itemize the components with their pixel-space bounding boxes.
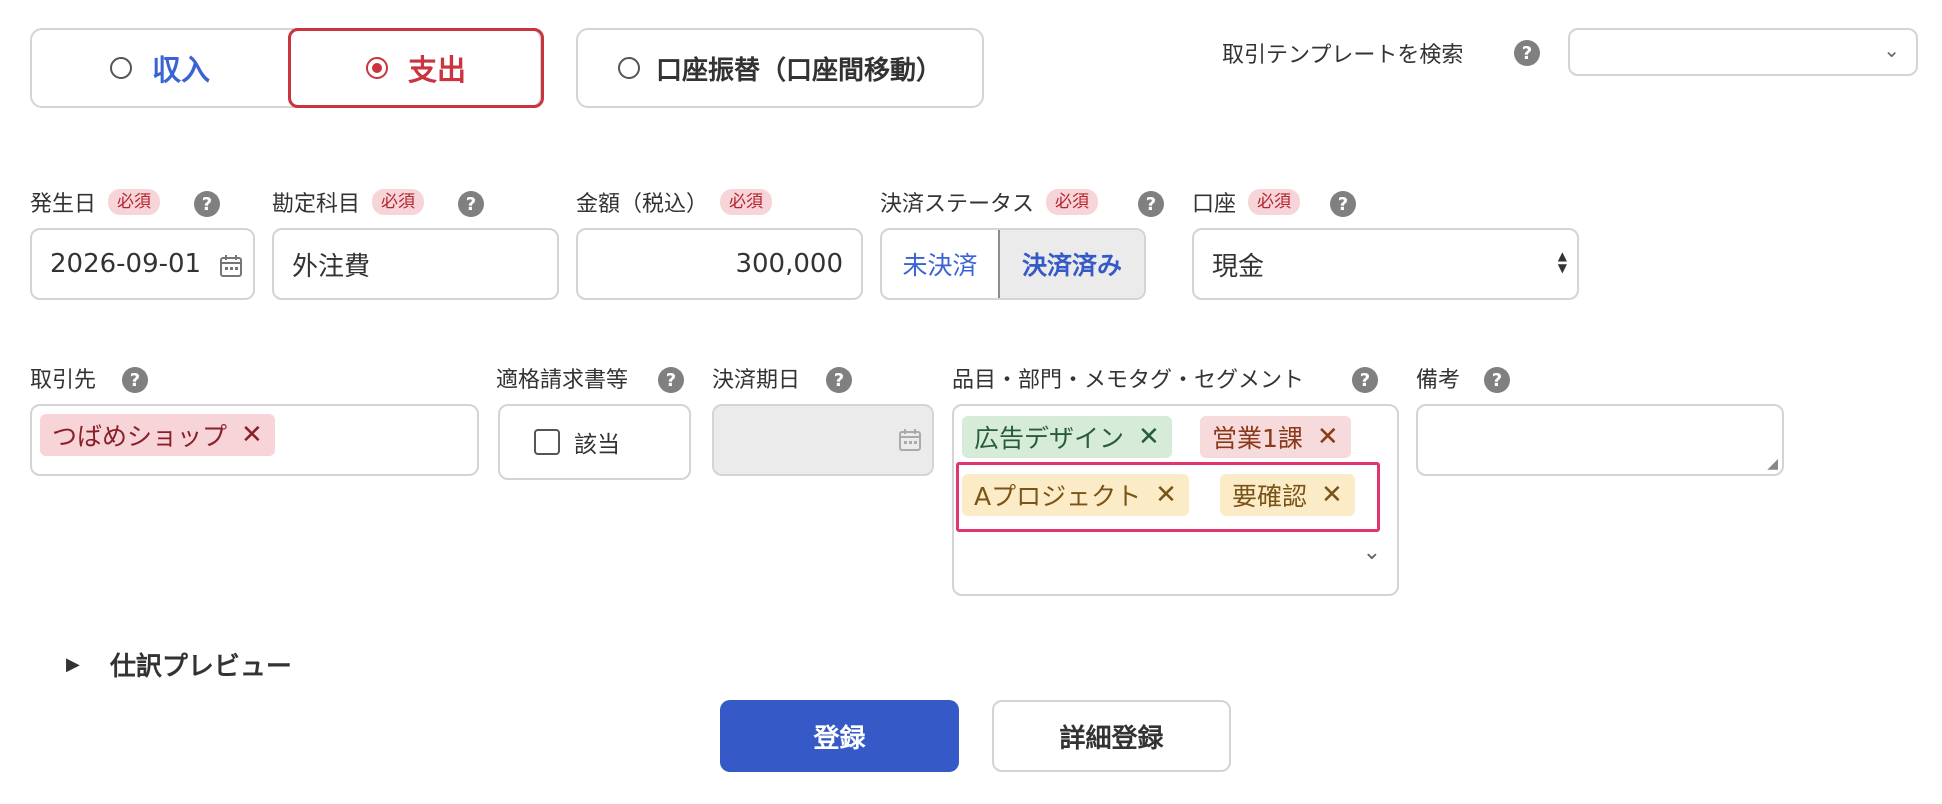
invoice-checkbox[interactable] bbox=[534, 429, 560, 455]
expense-label: 支出 bbox=[407, 53, 466, 87]
account-item-input[interactable]: 外注費 bbox=[272, 228, 559, 300]
amount-input[interactable]: 300,000 bbox=[576, 228, 863, 300]
partner-input[interactable]: つばめショップ ✕ bbox=[30, 404, 479, 476]
help-icon[interactable]: ? bbox=[1138, 191, 1164, 217]
template-search-label: 取引テンプレートを検索 bbox=[1222, 43, 1464, 68]
tag-chip: 広告デザイン ✕ bbox=[962, 416, 1172, 458]
help-icon[interactable]: ? bbox=[122, 367, 148, 393]
tag-chip: 要確認 ✕ bbox=[1220, 474, 1355, 516]
invoice-checkbox-label: 該当 bbox=[574, 432, 620, 458]
help-icon[interactable]: ? bbox=[658, 367, 684, 393]
invoice-label: 適格請求書等 bbox=[496, 368, 629, 393]
template-search-select[interactable]: ⌄ bbox=[1568, 28, 1918, 76]
help-icon[interactable]: ? bbox=[194, 191, 220, 217]
required-badge: 必須 bbox=[720, 189, 773, 215]
expense-tab[interactable]: 支出 bbox=[288, 28, 544, 108]
help-icon[interactable]: ? bbox=[1330, 191, 1356, 217]
close-icon[interactable]: ✕ bbox=[1155, 482, 1177, 508]
date-input[interactable]: 2026-09-01 bbox=[30, 228, 255, 300]
chevron-down-icon: ⌄ bbox=[1883, 38, 1900, 62]
required-badge: 必須 bbox=[1046, 189, 1099, 215]
detail-register-button[interactable]: 詳細登録 bbox=[992, 700, 1231, 772]
notes-label: 備考 bbox=[1416, 368, 1461, 393]
account-item-label: 勘定科目 必須 bbox=[272, 186, 425, 218]
transfer-tab[interactable]: 口座振替（口座間移動） bbox=[576, 28, 984, 108]
calendar-icon[interactable] bbox=[898, 428, 922, 452]
help-icon[interactable]: ? bbox=[826, 367, 852, 393]
select-arrows-icon: ▲ ▼ bbox=[1557, 249, 1567, 275]
calendar-icon[interactable] bbox=[219, 254, 243, 278]
chevron-down-icon[interactable]: ⌄ bbox=[1363, 540, 1381, 565]
unsettled-option[interactable]: 未決済 bbox=[882, 230, 998, 298]
close-icon[interactable]: ✕ bbox=[1317, 424, 1339, 450]
wallet-label: 口座 必須 bbox=[1192, 186, 1301, 218]
settlement-toggle: 未決済 決済済み bbox=[880, 228, 1146, 300]
radio-icon bbox=[109, 57, 132, 79]
income-tab[interactable]: 収入 bbox=[32, 30, 288, 106]
settlement-label: 決済ステータス 必須 bbox=[880, 186, 1099, 218]
wallet-select[interactable]: 現金 ▲ ▼ bbox=[1192, 228, 1579, 300]
journal-preview-toggle[interactable]: ▶ 仕訳プレビュー bbox=[66, 646, 292, 682]
help-icon[interactable]: ? bbox=[1514, 40, 1540, 66]
tags-label: 品目・部門・メモタグ・セグメント bbox=[952, 368, 1305, 393]
close-icon[interactable]: ✕ bbox=[241, 422, 263, 448]
close-icon[interactable]: ✕ bbox=[1321, 482, 1343, 508]
required-badge: 必須 bbox=[108, 189, 161, 215]
caret-right-icon: ▶ bbox=[66, 653, 80, 675]
resize-handle-icon[interactable]: ◢ bbox=[1767, 456, 1778, 472]
radio-checked-icon bbox=[365, 57, 388, 79]
help-icon[interactable]: ? bbox=[1484, 367, 1510, 393]
radio-icon bbox=[617, 57, 640, 79]
register-button[interactable]: 登録 bbox=[720, 700, 959, 772]
transfer-label: 口座振替（口座間移動） bbox=[655, 55, 942, 86]
amount-label: 金額（税込） 必須 bbox=[576, 186, 773, 218]
tag-chip: Aプロジェクト ✕ bbox=[962, 474, 1189, 516]
date-label: 発生日 必須 bbox=[30, 186, 161, 218]
income-label: 収入 bbox=[151, 53, 210, 87]
invoice-checkbox-field: 該当 bbox=[498, 404, 691, 480]
due-date-input[interactable] bbox=[712, 404, 934, 476]
help-icon[interactable]: ? bbox=[458, 191, 484, 217]
tag-chip: 営業1課 ✕ bbox=[1200, 416, 1351, 458]
partner-chip: つばめショップ ✕ bbox=[40, 414, 275, 456]
notes-textarea[interactable]: ◢ bbox=[1416, 404, 1784, 476]
close-icon[interactable]: ✕ bbox=[1138, 424, 1160, 450]
due-date-label: 決済期日 bbox=[712, 368, 801, 393]
settled-option[interactable]: 決済済み bbox=[998, 230, 1144, 298]
partner-label: 取引先 bbox=[30, 368, 97, 393]
required-badge: 必須 bbox=[372, 189, 425, 215]
tags-input[interactable]: 広告デザイン ✕ 営業1課 ✕ Aプロジェクト ✕ 要確認 ✕ ⌄ bbox=[952, 404, 1399, 596]
journal-preview-label: 仕訳プレビュー bbox=[109, 651, 292, 682]
help-icon[interactable]: ? bbox=[1352, 367, 1378, 393]
required-badge: 必須 bbox=[1248, 189, 1301, 215]
